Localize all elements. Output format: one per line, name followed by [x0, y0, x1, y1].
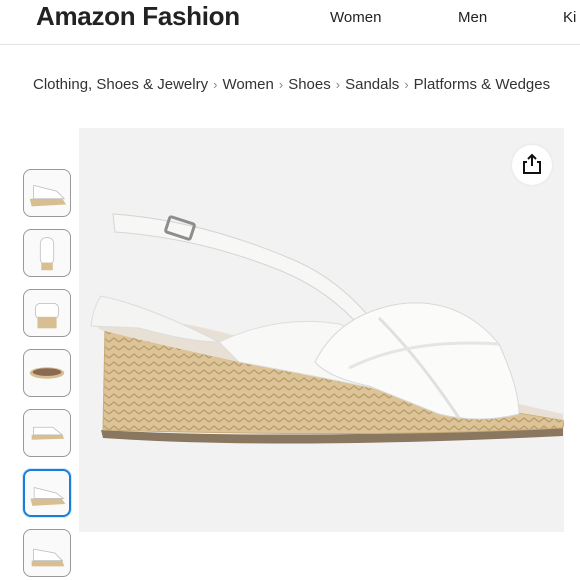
breadcrumb-item[interactable]: Platforms & Wedges	[414, 76, 550, 93]
chevron-right-icon: ›	[213, 77, 218, 92]
product-thumbnail[interactable]	[23, 229, 71, 277]
nav-kids[interactable]: Ki	[563, 9, 576, 26]
product-thumbnail-selected[interactable]	[23, 469, 71, 517]
share-icon	[523, 153, 541, 174]
nav-men[interactable]: Men	[458, 9, 487, 26]
product-thumbnail[interactable]	[23, 349, 71, 397]
product-thumbnail[interactable]	[23, 409, 71, 457]
breadcrumb-item[interactable]: Shoes	[288, 76, 331, 93]
chevron-right-icon: ›	[278, 77, 284, 92]
top-navigation-bar: Amazon Fashion Women Men Ki	[0, 0, 580, 45]
main-product-image[interactable]	[79, 128, 565, 532]
breadcrumb-item[interactable]: Sandals	[345, 76, 399, 93]
breadcrumb-item[interactable]: Clothing, Shoes & Jewelry	[33, 76, 208, 93]
chevron-right-icon: ›	[404, 77, 409, 92]
nav-women[interactable]: Women	[330, 9, 381, 26]
product-thumbnail[interactable]	[23, 289, 71, 337]
chevron-right-icon: ›	[335, 77, 341, 92]
breadcrumb: Clothing, Shoes & Jewelry › Women › Shoes › Sa…	[33, 76, 550, 93]
breadcrumb-item[interactable]: Women	[222, 76, 273, 93]
product-thumbnail[interactable]	[23, 529, 71, 577]
wedge-sandal-image	[90, 213, 565, 444]
amazon-fashion-logo[interactable]: Amazon Fashion	[36, 1, 240, 32]
product-thumbnail[interactable]	[23, 169, 71, 217]
share-button[interactable]	[512, 145, 552, 185]
